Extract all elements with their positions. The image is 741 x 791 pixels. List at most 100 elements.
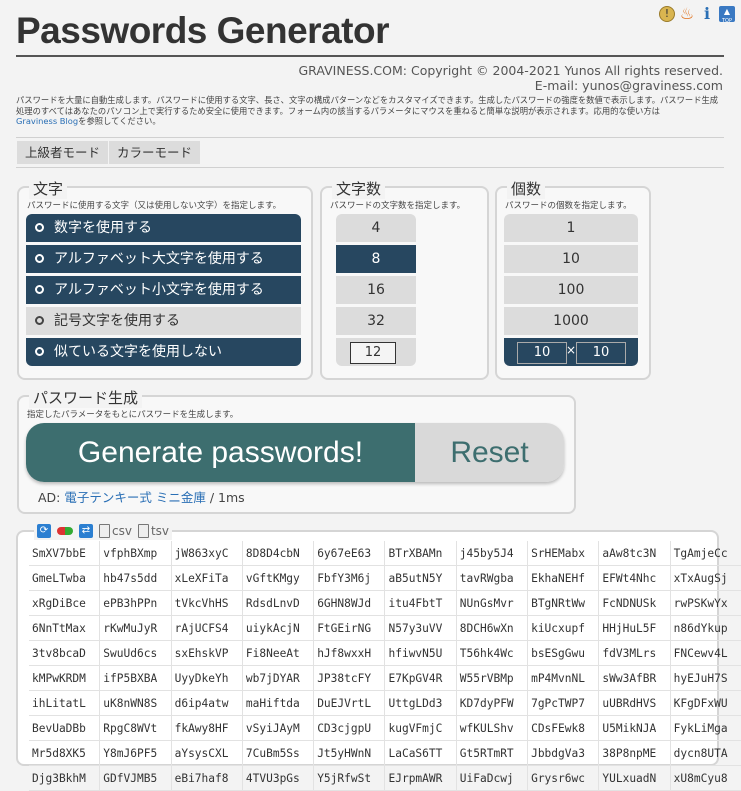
count-option-100[interactable]: 100 (504, 276, 638, 304)
password-cell[interactable]: Gt5RTmRT (456, 740, 529, 766)
password-cell[interactable]: kiUcxupf (527, 615, 600, 641)
password-cell[interactable]: bsESgGwu (527, 640, 600, 666)
password-cell[interactable]: hyEJuH7S (670, 665, 741, 691)
length-option-32[interactable]: 32 (336, 307, 416, 335)
option-use-uppercase[interactable]: アルファベット大文字を使用する (26, 245, 301, 273)
info-icon[interactable]: i (699, 6, 715, 22)
color-toggle-icon[interactable] (57, 527, 73, 535)
password-cell[interactable]: rwPSKwYx (670, 590, 741, 616)
password-cell[interactable]: FtGEirNG (313, 615, 386, 641)
password-cell[interactable]: GmeLTwba (29, 565, 101, 591)
password-cell[interactable]: uUBRdHVS (598, 690, 671, 716)
password-cell[interactable]: ifP5BXBA (99, 665, 172, 691)
reset-button[interactable]: Reset (415, 423, 564, 482)
swap-icon[interactable]: ⇄ (79, 524, 93, 538)
password-cell[interactable]: xTxAugSj (670, 565, 741, 591)
length-custom-input[interactable]: 12 (350, 342, 396, 364)
password-cell[interactable]: SwuUd6cs (99, 640, 172, 666)
password-cell[interactable]: JP38tcFY (313, 665, 386, 691)
password-cell[interactable]: vSyiJAyM (242, 715, 315, 741)
password-cell[interactable]: hJf8wxxH (313, 640, 386, 666)
password-cell[interactable]: aYsysCXL (171, 740, 243, 766)
count-option-10[interactable]: 10 (504, 245, 638, 273)
count-option-1[interactable]: 1 (504, 214, 638, 242)
option-exclude-similar[interactable]: 似ている文字を使用しない (26, 338, 301, 366)
password-cell[interactable]: RpgC8WVt (99, 715, 172, 741)
password-cell[interactable]: 8D8D4cbN (242, 541, 315, 566)
password-cell[interactable]: 38P8npME (598, 740, 671, 766)
password-cell[interactable]: FNCewv4L (670, 640, 741, 666)
password-cell[interactable]: JbbdgVa3 (527, 740, 600, 766)
csv-export-button[interactable]: csv (99, 524, 132, 538)
option-use-digits[interactable]: 数字を使用する (26, 214, 301, 242)
password-cell[interactable]: ePB3hPPn (99, 590, 172, 616)
password-cell[interactable]: CDsFEwk8 (527, 715, 600, 741)
count-option-1000[interactable]: 1000 (504, 307, 638, 335)
password-cell[interactable]: UyyDkeYh (171, 665, 243, 691)
password-cell[interactable]: Y8mJ6PF5 (99, 740, 172, 766)
password-cell[interactable]: maHiftda (242, 690, 315, 716)
password-cell[interactable]: ihLitatL (29, 690, 101, 716)
password-cell[interactable]: sWw3AfBR (598, 665, 671, 691)
password-cell[interactable]: xRgDiBce (29, 590, 101, 616)
password-cell[interactable]: EkhaNEHf (527, 565, 600, 591)
password-cell[interactable]: n86dYkup (670, 615, 741, 641)
password-cell[interactable]: vGftKMgy (242, 565, 315, 591)
password-cell[interactable]: aB5utN5Y (384, 565, 457, 591)
count-custom-input-a[interactable]: 10 (517, 342, 567, 364)
password-cell[interactable]: RdsdLnvD (242, 590, 315, 616)
password-cell[interactable]: T56hk4Wc (456, 640, 529, 666)
tsv-export-button[interactable]: tsv (137, 524, 169, 538)
password-cell[interactable]: TgAmjeCc (670, 541, 741, 566)
password-cell[interactable]: xLeXFiTa (171, 565, 243, 591)
password-cell[interactable]: uK8nWN8S (99, 690, 172, 716)
warning-icon[interactable]: ! (659, 6, 675, 22)
password-cell[interactable]: wfKULShv (456, 715, 529, 741)
password-cell[interactable]: d6ip4atw (171, 690, 243, 716)
refresh-icon[interactable]: ⟳ (37, 524, 51, 538)
password-cell[interactable]: 3tv8bcaD (29, 640, 101, 666)
password-cell[interactable]: hfiwvN5U (384, 640, 457, 666)
password-cell[interactable]: 7CuBm5Ss (242, 740, 315, 766)
password-cell[interactable]: kugVFmjC (384, 715, 457, 741)
password-cell[interactable]: 7gPcTWP7 (527, 690, 600, 716)
password-cell[interactable]: SrHEMabx (527, 541, 600, 566)
password-cell[interactable]: FcNDNUSk (598, 590, 671, 616)
password-cell[interactable]: KD7dyPFW (456, 690, 529, 716)
password-cell[interactable]: j45by5J4 (456, 541, 529, 566)
generate-passwords-button[interactable]: Generate passwords! (26, 423, 415, 482)
password-cell[interactable]: tVkcVhHS (171, 590, 243, 616)
advanced-mode-button[interactable]: 上級者モード (17, 141, 109, 164)
password-cell[interactable]: hb47s5dd (99, 565, 172, 591)
password-cell[interactable]: NUnGsMvr (456, 590, 529, 616)
password-cell[interactable]: Jt5yHWnN (313, 740, 386, 766)
color-mode-button[interactable]: カラーモード (109, 141, 201, 164)
password-cell[interactable]: aAw8tc3N (598, 541, 671, 566)
length-option-16[interactable]: 16 (336, 276, 416, 304)
password-cell[interactable]: KFgDFxWU (670, 690, 741, 716)
email-text[interactable]: E-mail: yunos@graviness.com (298, 78, 723, 93)
password-cell[interactable]: CD3cjgpU (313, 715, 386, 741)
password-cell[interactable]: sxEhskVP (171, 640, 243, 666)
password-cell[interactable]: N57y3uVV (384, 615, 457, 641)
password-cell[interactable]: SmXV7bbE (29, 541, 101, 566)
password-cell[interactable]: dycn8UTA (670, 740, 741, 766)
password-cell[interactable]: uiykAcjN (242, 615, 315, 641)
password-cell[interactable]: itu4FbtT (384, 590, 457, 616)
password-cell[interactable]: tavRWgba (456, 565, 529, 591)
password-cell[interactable]: Mr5d8XK5 (29, 740, 101, 766)
password-cell[interactable]: wb7jDYAR (242, 665, 315, 691)
password-cell[interactable]: BevUaDBb (29, 715, 101, 741)
password-cell[interactable]: vfphBXmp (99, 541, 172, 566)
password-cell[interactable]: rAjUCFS4 (171, 615, 243, 641)
password-cell[interactable]: fdV3MLrs (598, 640, 671, 666)
password-cell[interactable]: LaCaS6TT (384, 740, 457, 766)
password-cell[interactable]: BTgNRtWw (527, 590, 600, 616)
password-cell[interactable]: UttgLDd3 (384, 690, 457, 716)
password-cell[interactable]: Fi8NeeAt (242, 640, 315, 666)
password-cell[interactable]: kMPwKRDM (29, 665, 101, 691)
password-cell[interactable]: 6GHN8WJd (313, 590, 386, 616)
length-option-8[interactable]: 8 (336, 245, 416, 273)
password-cell[interactable]: 8DCH6wXn (456, 615, 529, 641)
top-icon[interactable]: ▲ TOP (719, 6, 735, 24)
